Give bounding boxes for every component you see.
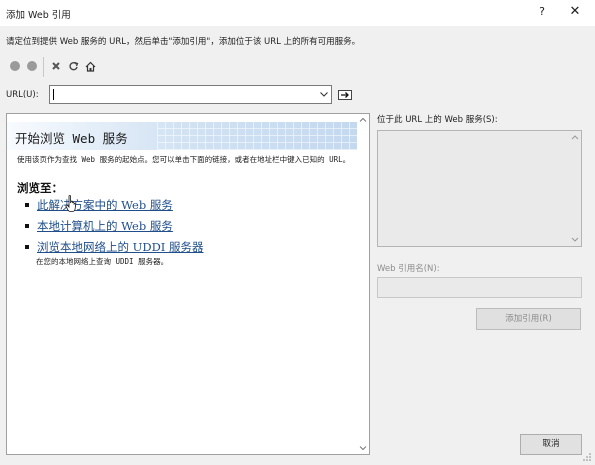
close-icon[interactable]: ✕ [567, 3, 583, 21]
refresh-button[interactable] [66, 59, 80, 73]
url-input[interactable] [56, 88, 306, 101]
toolbar-separator [43, 57, 44, 77]
services-label: 位于此 URL 上的 Web 服务(S): [377, 115, 498, 125]
scroll-down-icon[interactable] [357, 442, 369, 454]
url-combobox[interactable] [49, 85, 332, 104]
forward-icon [27, 61, 37, 71]
link-local-machine-services[interactable]: 本地计算机上的 Web 服务 [37, 218, 173, 234]
stop-icon [52, 62, 60, 70]
resize-grip-icon[interactable] [582, 452, 592, 462]
add-reference-button[interactable]: 添加引用(R) [476, 308, 581, 330]
bullet-icon [25, 224, 29, 228]
stop-button[interactable] [49, 59, 63, 73]
home-button[interactable] [83, 59, 97, 73]
back-button[interactable] [8, 59, 22, 73]
link-uddi-servers[interactable]: 浏览本地网络上的 UDDI 服务器 [37, 239, 204, 255]
home-icon [85, 61, 95, 72]
reference-name-input[interactable] [377, 277, 582, 298]
services-list[interactable] [377, 130, 582, 247]
instruction-text: 请定位到提供 Web 服务的 URL，然后单击"添加引用"，添加位于该 URL … [6, 37, 361, 47]
banner-pattern [157, 122, 357, 150]
window-title: 添加 Web 引用 [6, 10, 71, 21]
refresh-icon [68, 61, 78, 70]
uddi-description: 在您的本地网络上查询 UDDI 服务器。 [36, 257, 169, 266]
hand-cursor-icon [65, 195, 77, 212]
url-label: URL(U): [6, 90, 39, 100]
help-icon[interactable]: ? [534, 4, 550, 20]
reference-name-label: Web 引用名(N): [377, 264, 440, 274]
scroll-up-icon[interactable] [571, 134, 579, 140]
cancel-button[interactable]: 取消 [520, 434, 582, 455]
bullet-icon [25, 203, 29, 207]
text-caret [53, 89, 54, 100]
browse-heading: 浏览至： [17, 181, 63, 195]
bullet-icon [25, 245, 29, 249]
banner-title: 开始浏览 Web 服务 [15, 131, 128, 146]
browser-pane[interactable]: 开始浏览 Web 服务 使用该页作为查找 Web 服务的起始点。您可以单击下面的… [6, 113, 370, 455]
title-bar: 添加 Web 引用 ? ✕ [0, 0, 595, 26]
chevron-down-icon[interactable] [319, 89, 329, 100]
scroll-down-icon[interactable] [571, 237, 579, 243]
start-banner: 开始浏览 Web 服务 [7, 122, 357, 150]
back-icon [10, 61, 20, 71]
forward-button[interactable] [25, 59, 39, 73]
go-arrow-icon[interactable] [338, 90, 352, 100]
intro-text: 使用该页作为查找 Web 服务的起始点。您可以单击下面的链接，或者在地址栏中键入… [17, 155, 351, 164]
link-solution-services[interactable]: 此解决方案中的 Web 服务 [37, 197, 173, 213]
scroll-up-icon[interactable] [357, 114, 369, 126]
